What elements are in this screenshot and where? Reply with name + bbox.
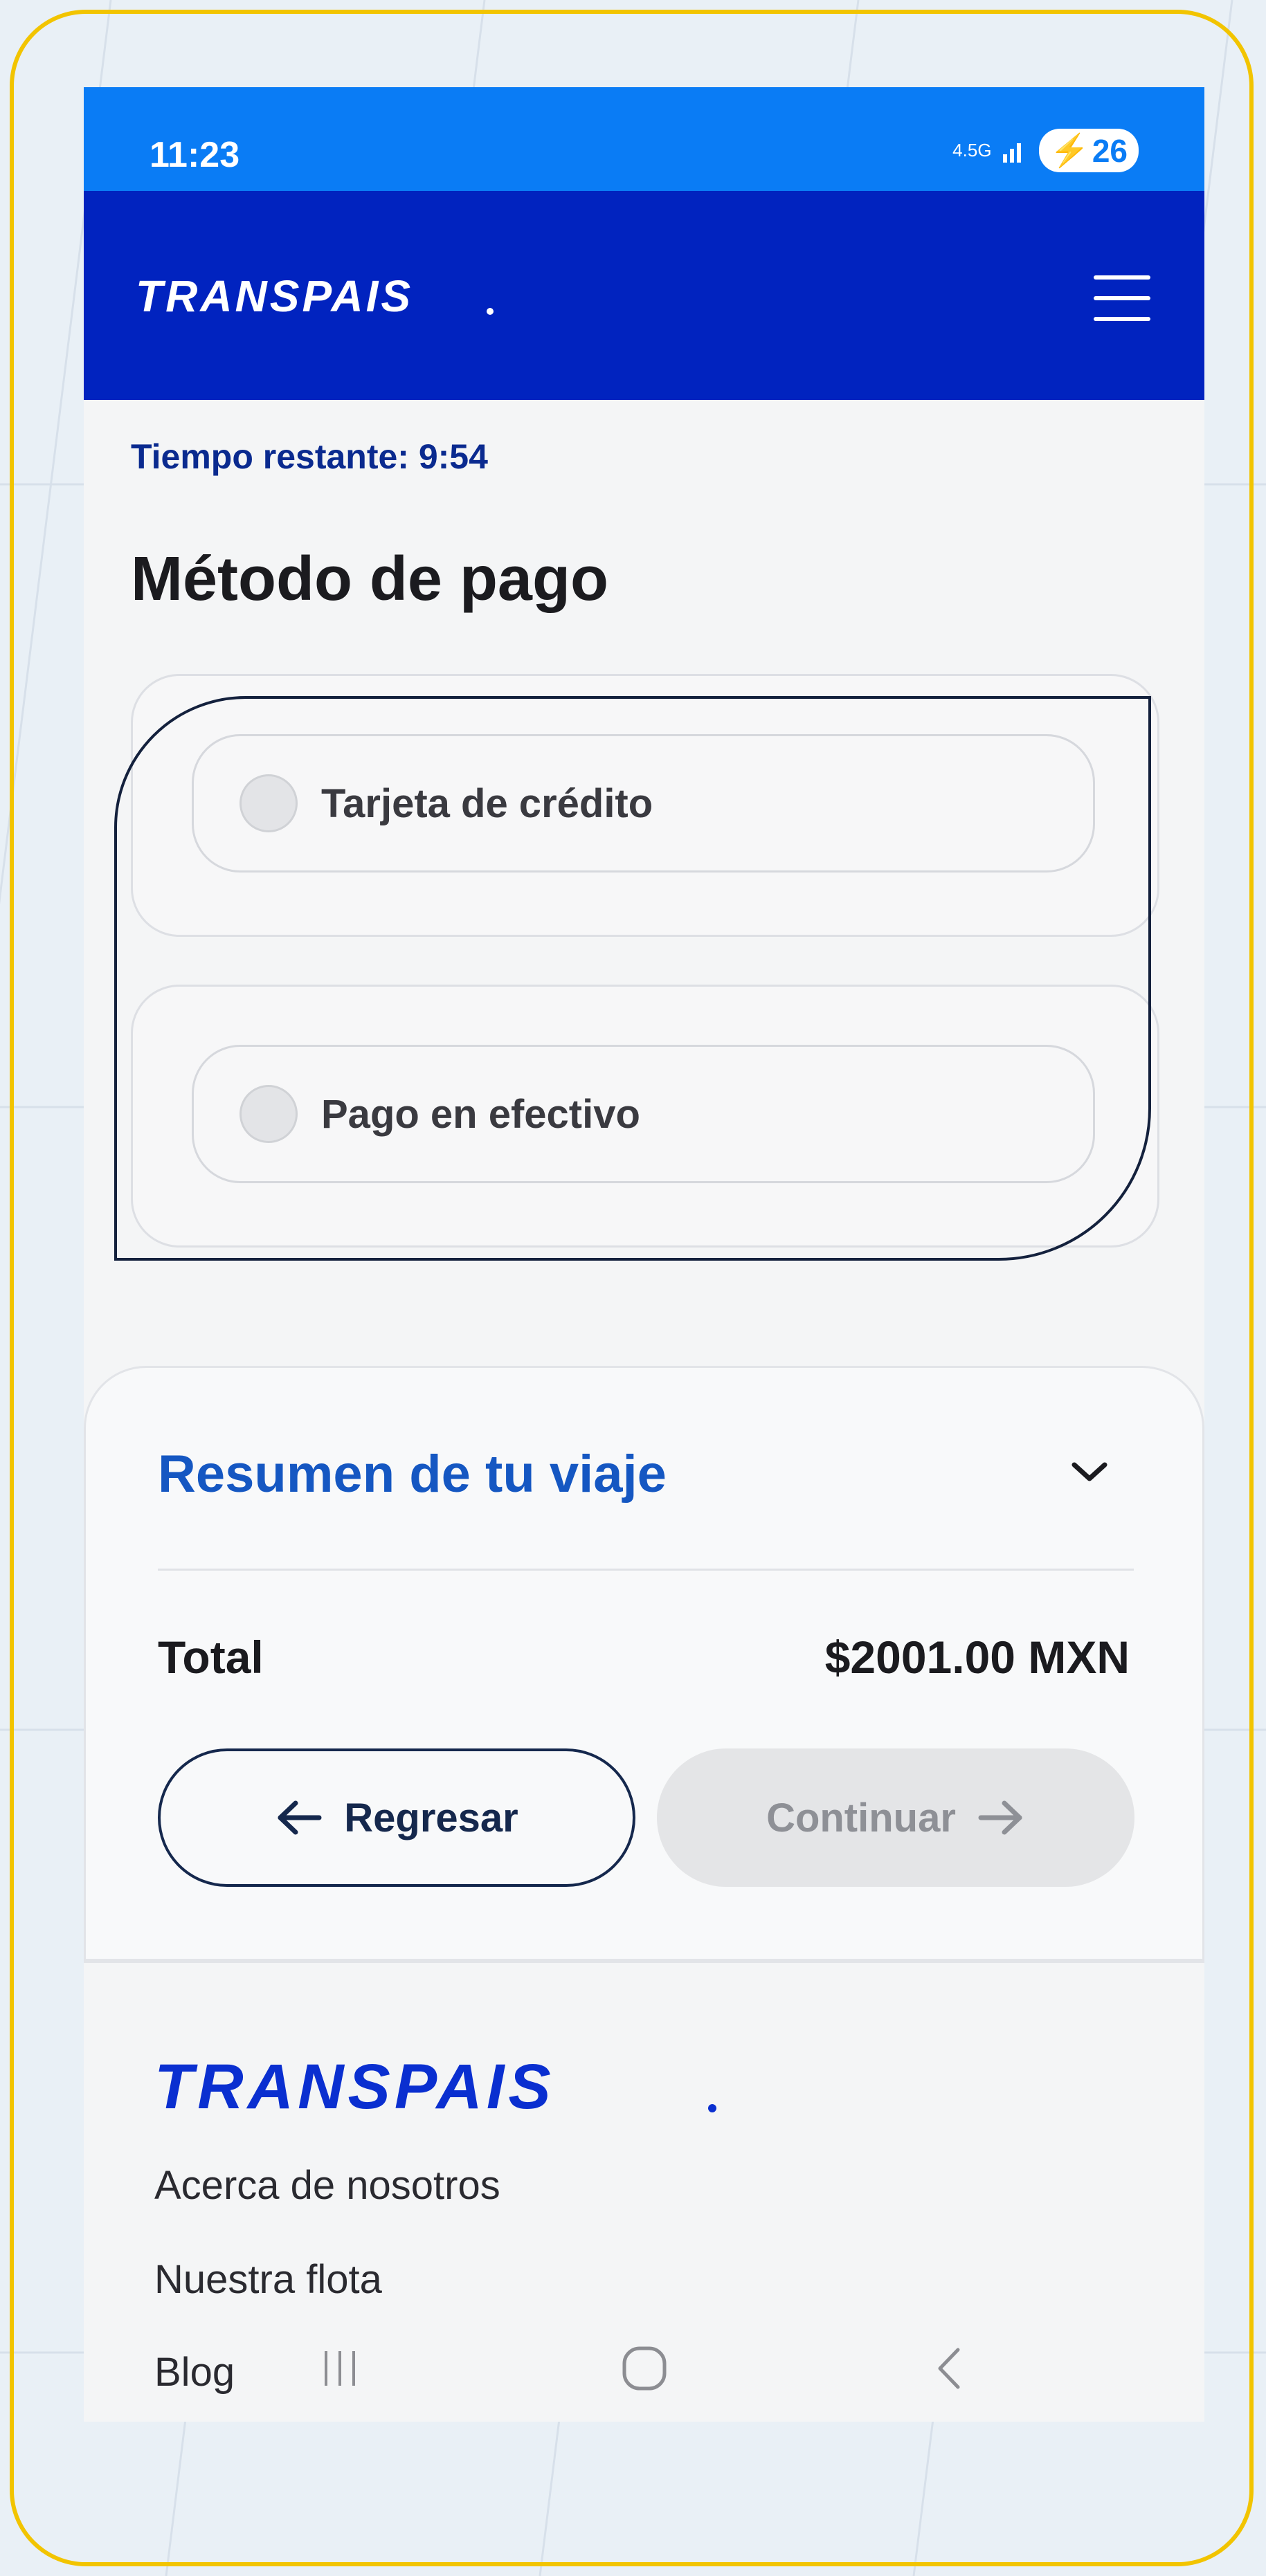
payment-card-credit: Tarjeta de crédito bbox=[131, 674, 1159, 937]
payment-option-label: Pago en efectivo bbox=[321, 1091, 640, 1137]
continue-button-label: Continuar bbox=[766, 1795, 956, 1840]
status-time: 11:23 bbox=[150, 135, 240, 175]
charging-icon: ⚡ bbox=[1049, 132, 1089, 168]
total-label: Total bbox=[158, 1632, 264, 1683]
continue-button[interactable]: Continuar bbox=[657, 1748, 1134, 1887]
footer-brand-text: TRANSPAIS bbox=[154, 2052, 555, 2121]
back-button-label: Regresar bbox=[344, 1795, 518, 1840]
payment-option-cash[interactable]: Pago en efectivo bbox=[192, 1045, 1095, 1183]
brand-logo[interactable]: TRANSPAIS bbox=[136, 268, 496, 324]
footer-link-about[interactable]: Acerca de nosotros bbox=[154, 2162, 500, 2209]
footer-link-fleet[interactable]: Nuestra flota bbox=[154, 2256, 382, 2303]
brand-logo-text: TRANSPAIS bbox=[136, 271, 413, 321]
summary-title[interactable]: Resumen de tu viaje bbox=[158, 1444, 667, 1504]
footer-brand-logo[interactable]: TRANSPAIS bbox=[154, 2052, 722, 2121]
back-nav-icon[interactable] bbox=[901, 2315, 997, 2422]
radio-button[interactable] bbox=[239, 1085, 298, 1143]
page-title: Método de pago bbox=[131, 545, 608, 614]
payment-option-label: Tarjeta de crédito bbox=[321, 780, 653, 826]
chevron-down-icon[interactable] bbox=[1069, 1458, 1110, 1486]
app-header: TRANSPAIS bbox=[84, 191, 1204, 400]
total-value: $2001.00 MXN bbox=[824, 1632, 1130, 1683]
hamburger-menu-icon[interactable] bbox=[1091, 267, 1153, 329]
payment-card-cash: Pago en efectivo bbox=[131, 985, 1159, 1248]
status-icons: 4.5G ⚡ 26 bbox=[952, 129, 1139, 172]
recent-apps-icon[interactable] bbox=[291, 2315, 388, 2422]
battery-level: 26 bbox=[1092, 132, 1128, 169]
time-remaining: Tiempo restante: 9:54 bbox=[131, 437, 488, 476]
signal-icon bbox=[1002, 143, 1021, 163]
arrow-left-icon bbox=[278, 1800, 322, 1835]
arrow-right-icon bbox=[978, 1800, 1022, 1835]
status-bar: 11:23 4.5G ⚡ 26 bbox=[84, 87, 1204, 191]
back-button[interactable]: Regresar bbox=[158, 1748, 635, 1887]
radio-button[interactable] bbox=[239, 774, 298, 832]
system-navigation-bar bbox=[84, 2315, 1204, 2422]
phone-screen: 11:23 4.5G ⚡ 26 TRANSPAIS Tiempo restant… bbox=[84, 87, 1204, 2422]
trip-summary-card: Resumen de tu viaje Total $2001.00 MXN R… bbox=[84, 1366, 1204, 1961]
network-type: 4.5G bbox=[952, 140, 992, 161]
payment-option-credit-card[interactable]: Tarjeta de crédito bbox=[192, 734, 1095, 873]
home-icon[interactable] bbox=[596, 2315, 693, 2422]
battery-indicator: ⚡ 26 bbox=[1038, 129, 1139, 172]
divider bbox=[158, 1569, 1134, 1571]
